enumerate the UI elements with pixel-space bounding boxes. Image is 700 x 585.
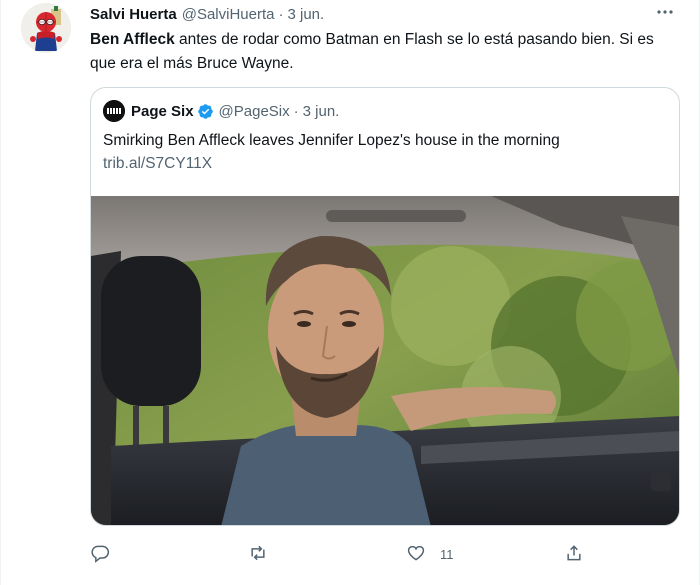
more-dots-icon[interactable]: [653, 2, 677, 22]
share-button[interactable]: [564, 541, 598, 567]
reply-button[interactable]: [90, 541, 124, 567]
quoted-tweet[interactable]: Page Six @PageSix · 3 jun. Smirking Ben …: [90, 87, 680, 526]
avatar-illustration-icon: [21, 3, 71, 53]
tweet-actions: 11: [90, 541, 590, 567]
tweet-text-bold: Ben Affleck: [90, 31, 175, 48]
heart-icon: [406, 543, 426, 566]
quoted-author-handle: @PageSix: [218, 102, 290, 120]
verified-badge-icon: [197, 103, 214, 120]
tweet: Salvi Huerta @SalviHuerta · 3 jun. Ben A…: [0, 0, 700, 585]
quoted-author-name: Page Six: [131, 102, 194, 120]
tweet-header: Salvi Huerta @SalviHuerta · 3 jun.: [90, 4, 324, 24]
quoted-tweet-photo[interactable]: [91, 196, 679, 525]
author-avatar[interactable]: [21, 3, 71, 53]
quoted-tweet-text: Smirking Ben Affleck leaves Jennifer Lop…: [103, 129, 663, 175]
author-name[interactable]: Salvi Huerta: [90, 6, 177, 23]
retweet-button[interactable]: [248, 541, 282, 567]
header-separator: ·: [278, 5, 284, 23]
like-button[interactable]: 11: [406, 541, 454, 567]
retweet-icon: [248, 543, 268, 566]
tweet-text: Ben Affleck antes de rodar como Batman e…: [90, 28, 680, 76]
quoted-author-avatar: [103, 100, 125, 122]
quoted-separator: ·: [293, 102, 299, 120]
tweet-date[interactable]: 3 jun.: [287, 6, 324, 23]
author-handle[interactable]: @SalviHuerta: [182, 6, 275, 23]
quoted-tweet-link[interactable]: trib.al/S7CY11X: [103, 152, 663, 175]
tweet-text-rest: antes de rodar como Batman en Flash se l…: [90, 31, 654, 72]
car-photo-image: [91, 196, 679, 525]
quoted-tweet-header: Page Six @PageSix · 3 jun.: [103, 100, 339, 122]
quoted-tweet-body: Smirking Ben Affleck leaves Jennifer Lop…: [103, 132, 560, 149]
quoted-tweet-date: 3 jun.: [302, 102, 340, 120]
share-icon: [564, 543, 584, 566]
like-count: 11: [440, 546, 454, 562]
page-six-logo-icon: [103, 100, 125, 122]
reply-icon: [90, 543, 110, 566]
